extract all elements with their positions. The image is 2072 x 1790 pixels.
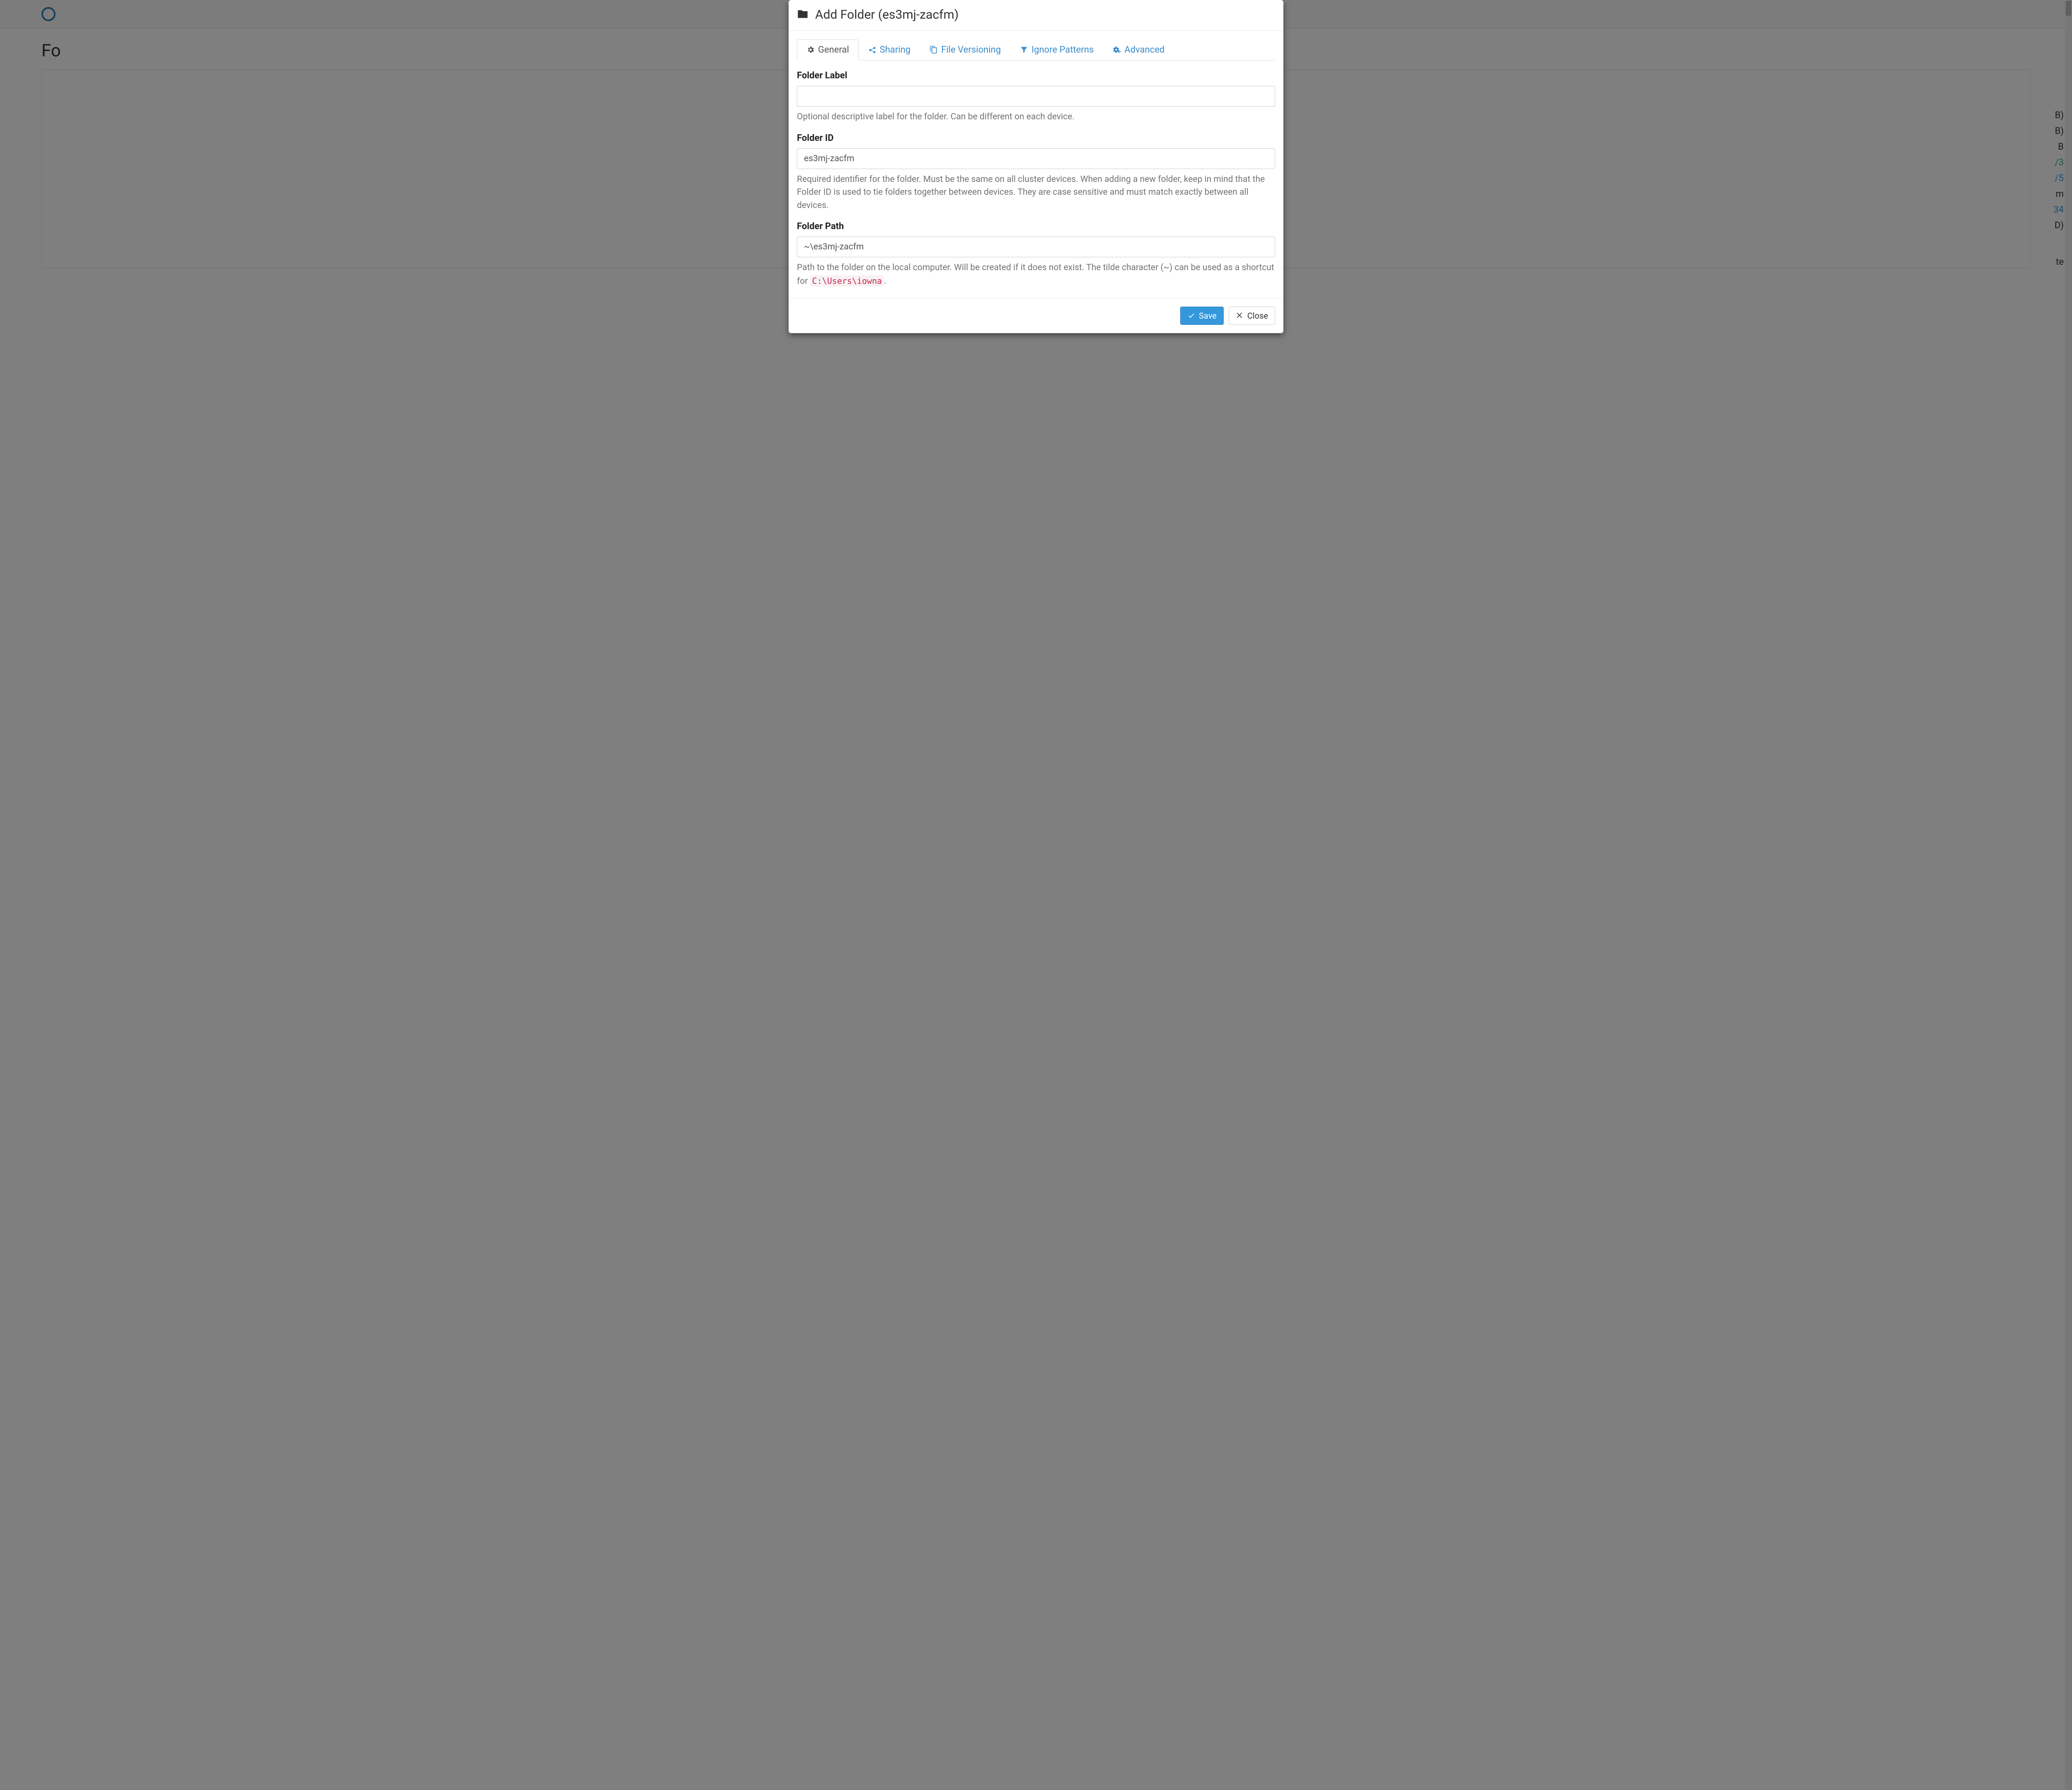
close-icon — [1236, 311, 1244, 321]
folder-icon — [797, 8, 808, 22]
folder-path-input[interactable] — [797, 237, 1275, 257]
copy-icon — [929, 45, 938, 55]
folder-id-help: Required identifier for the folder. Must… — [797, 173, 1275, 213]
tab-file-versioning[interactable]: File Versioning — [920, 39, 1010, 60]
check-icon — [1187, 311, 1196, 321]
folder-path-label: Folder Path — [797, 221, 1275, 232]
close-button[interactable]: Close — [1229, 307, 1275, 325]
save-button-label: Save — [1199, 311, 1217, 321]
add-folder-modal: Add Folder (es3mj-zacfm) General Sharing — [789, 0, 1283, 333]
cogs-icon — [1113, 45, 1121, 55]
modal-footer: Save Close — [789, 298, 1283, 333]
modal-title: Add Folder (es3mj-zacfm) — [815, 7, 959, 22]
folder-path-group: Folder Path Path to the folder on the lo… — [797, 221, 1275, 288]
tab-general[interactable]: General — [797, 39, 859, 60]
folder-id-group: Folder ID Required identifier for the fo… — [797, 133, 1275, 213]
modal-body: General Sharing File Versioning Ignore P… — [789, 30, 1283, 298]
folder-path-help-code: C:\Users\iowna — [810, 275, 884, 287]
tab-advanced-label: Advanced — [1124, 45, 1164, 55]
tab-sharing-label: Sharing — [880, 45, 910, 55]
filter-icon — [1020, 45, 1028, 55]
folder-label-input[interactable] — [797, 86, 1275, 106]
modal-header: Add Folder (es3mj-zacfm) — [789, 0, 1283, 30]
folder-id-label: Folder ID — [797, 133, 1275, 143]
folder-label-label: Folder Label — [797, 70, 1275, 81]
folder-label-help: Optional descriptive label for the folde… — [797, 111, 1275, 124]
folder-path-help: Path to the folder on the local computer… — [797, 261, 1275, 288]
tab-versioning-label: File Versioning — [941, 45, 1001, 55]
gear-icon — [806, 45, 815, 55]
close-button-label: Close — [1247, 311, 1268, 321]
tab-bar: General Sharing File Versioning Ignore P… — [797, 39, 1275, 60]
share-icon — [868, 45, 876, 55]
folder-label-group: Folder Label Optional descriptive label … — [797, 70, 1275, 124]
tab-ignore-label: Ignore Patterns — [1031, 45, 1094, 55]
tab-ignore-patterns[interactable]: Ignore Patterns — [1010, 39, 1103, 60]
tab-sharing[interactable]: Sharing — [859, 39, 920, 60]
tab-general-label: General — [818, 45, 849, 55]
folder-path-help-post: . — [884, 276, 886, 286]
save-button[interactable]: Save — [1180, 307, 1224, 325]
folder-id-input[interactable] — [797, 148, 1275, 169]
tab-advanced[interactable]: Advanced — [1103, 39, 1174, 60]
